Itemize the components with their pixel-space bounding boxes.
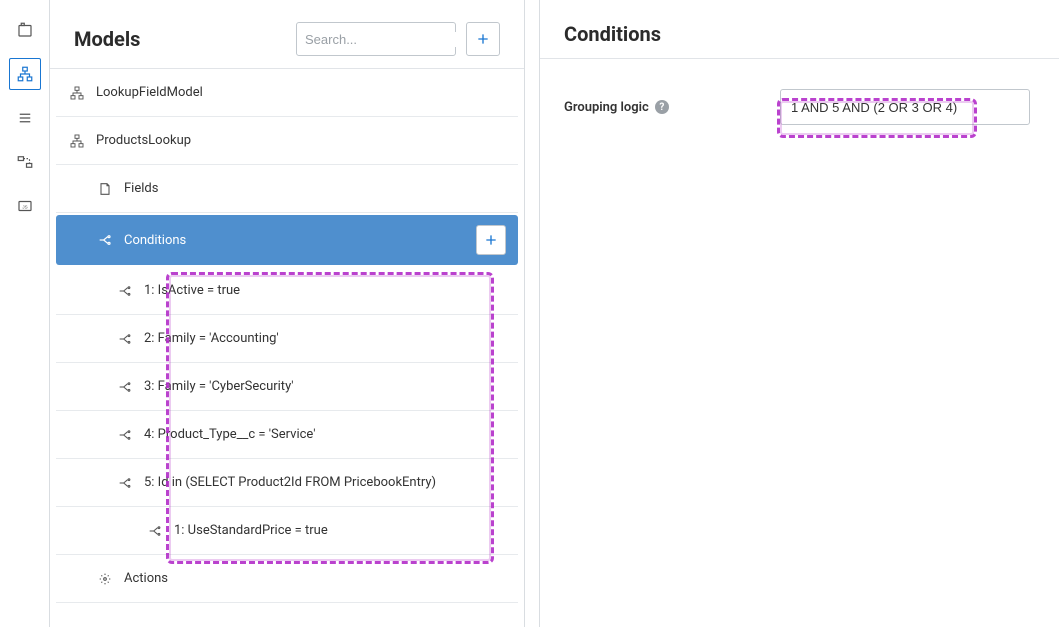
svg-text:JS: JS: [22, 204, 27, 209]
rail-js-icon[interactable]: JS: [9, 190, 41, 222]
condition-row[interactable]: 3: Family = 'CyberSecurity': [56, 363, 518, 411]
branch-icon: [116, 330, 134, 348]
condition-label: 4: Product_Type__c = 'Service': [144, 427, 506, 442]
models-header: Models: [50, 0, 524, 69]
rail-models-icon[interactable]: [9, 58, 41, 90]
help-icon[interactable]: ?: [655, 100, 669, 114]
conditions-title: Conditions: [564, 22, 1035, 46]
models-tree: LookupFieldModel ProductsLookup Fields C…: [50, 69, 524, 603]
branch-icon: [116, 426, 134, 444]
models-search[interactable]: [296, 22, 456, 56]
model-item-productslookup[interactable]: ProductsLookup: [56, 117, 518, 165]
model-item-lookupfieldmodel[interactable]: LookupFieldModel: [56, 69, 518, 117]
model-label: ProductsLookup: [96, 133, 506, 148]
condition-row[interactable]: 5: Id in (SELECT Product2Id FROM Pricebo…: [56, 459, 518, 507]
conditions-label: Conditions: [124, 233, 466, 248]
branch-icon: [116, 474, 134, 492]
grouping-logic-label: Grouping logic ?: [564, 100, 764, 115]
fields-label: Fields: [124, 181, 506, 196]
actions-icon: [96, 570, 114, 588]
model-label: LookupFieldModel: [96, 85, 506, 100]
add-model-button[interactable]: [466, 22, 500, 56]
subcondition-row[interactable]: 1: UseStandardPrice = true: [56, 507, 518, 555]
branch-icon: [146, 522, 164, 540]
condition-label: 1: IsActive = true: [144, 283, 506, 298]
nav-rail: JS: [0, 0, 50, 627]
model-icon: [68, 132, 86, 150]
condition-label: 3: Family = 'CyberSecurity': [144, 379, 506, 394]
condition-label: 5: Id in (SELECT Product2Id FROM Pricebo…: [144, 475, 506, 490]
panel-divider: [525, 0, 540, 627]
tree-item-actions[interactable]: Actions: [56, 555, 518, 603]
actions-label: Actions: [124, 571, 506, 586]
rail-list-icon[interactable]: [9, 102, 41, 134]
grouping-logic-label-text: Grouping logic: [564, 100, 649, 115]
rail-flow-icon[interactable]: [9, 146, 41, 178]
grouping-logic-input[interactable]: [780, 89, 1030, 125]
app-root: JS Models LookupFieldModel: [0, 0, 1059, 627]
rail-pages-icon[interactable]: [9, 14, 41, 46]
branch-icon: [116, 282, 134, 300]
fields-icon: [96, 180, 114, 198]
condition-label: 2: Family = 'Accounting': [144, 331, 506, 346]
tree-item-conditions[interactable]: Conditions: [56, 215, 518, 265]
branch-icon: [116, 378, 134, 396]
subcondition-label: 1: UseStandardPrice = true: [174, 523, 506, 538]
models-panel: Models LookupFieldModel: [50, 0, 525, 627]
condition-row[interactable]: 1: IsActive = true: [56, 267, 518, 315]
conditions-icon: [96, 231, 114, 249]
condition-row[interactable]: 2: Family = 'Accounting': [56, 315, 518, 363]
models-title: Models: [74, 27, 286, 51]
condition-row[interactable]: 4: Product_Type__c = 'Service': [56, 411, 518, 459]
conditions-header: Conditions: [540, 0, 1059, 59]
model-icon: [68, 84, 86, 102]
grouping-logic-row: Grouping logic ?: [540, 59, 1059, 155]
conditions-panel: Conditions Grouping logic ?: [540, 0, 1059, 627]
add-condition-button[interactable]: [476, 225, 506, 255]
search-input[interactable]: [305, 32, 481, 47]
tree-item-fields[interactable]: Fields: [56, 165, 518, 213]
